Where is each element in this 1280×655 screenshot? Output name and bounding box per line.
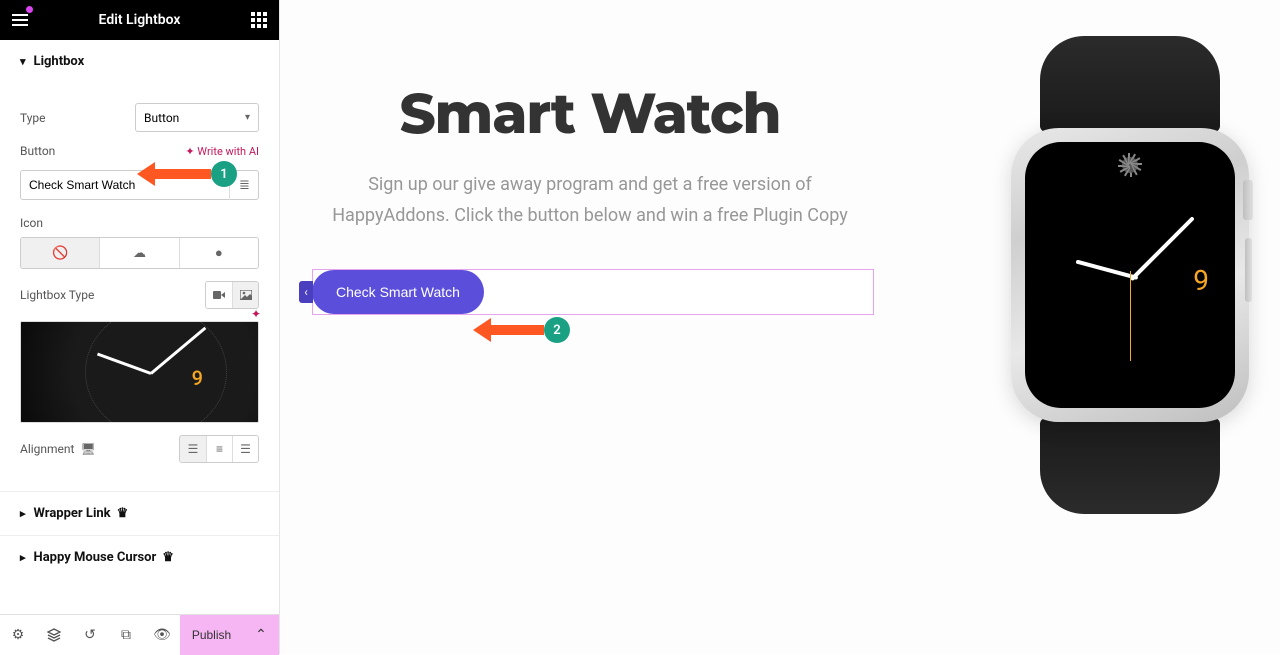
lightbox-type-video-button[interactable]: [206, 282, 232, 308]
sidebar-body: Lightbox Type Button Button Write with A…: [0, 40, 279, 614]
select-type-value: Button: [144, 111, 179, 125]
page-canvas: Smart Watch Sign up our give away progra…: [280, 0, 1280, 654]
sidebar-header: Edit Lightbox: [0, 0, 279, 40]
widget-selection[interactable]: ‹ Check Smart Watch: [312, 269, 874, 315]
lightbox-type-toggle: [205, 281, 259, 309]
section-lightbox-content: Type Button Button Write with AI ≣ Icon …: [0, 83, 279, 492]
section-lightbox-toggle[interactable]: Lightbox: [0, 40, 279, 83]
crown-icon: ♛: [162, 550, 174, 565]
edit-handle-icon[interactable]: ‹: [299, 281, 313, 303]
icon-toggle-group: 🚫 ☁ ●: [20, 237, 259, 269]
label-button: Button: [20, 144, 55, 158]
section-title: Lightbox: [34, 54, 85, 69]
preview-icon[interactable]: 👁: [144, 615, 180, 655]
icon-none-button[interactable]: 🚫: [21, 238, 99, 268]
responsive-mode-icon[interactable]: ⧉: [108, 615, 144, 655]
apps-grid-icon[interactable]: [251, 12, 267, 28]
navigator-icon[interactable]: [36, 615, 72, 655]
hero-subtitle: Sign up our give away program and get a …: [325, 170, 855, 231]
responsive-icon[interactable]: 🖥: [80, 442, 95, 456]
row-alignment: Alignment 🖥 ☰ ≡ ☰: [20, 435, 259, 463]
lightbox-type-image-button[interactable]: [232, 282, 258, 308]
section-wrapper-toggle[interactable]: Wrapper Link ♛: [0, 492, 279, 535]
annotation-badge-1: 1: [211, 161, 237, 187]
crown-icon: ♛: [117, 506, 129, 521]
settings-icon[interactable]: ⚙: [0, 615, 36, 655]
label-type: Type: [20, 111, 46, 125]
notification-dot: [26, 6, 33, 13]
sidebar-footer: ⚙ ↺ ⧉ 👁 Publish ⌃: [0, 614, 279, 654]
row-type: Type Button: [20, 103, 259, 132]
write-ai-link[interactable]: Write with AI: [185, 145, 259, 158]
product-image: 9: [990, 36, 1270, 514]
select-type[interactable]: Button: [135, 103, 259, 132]
watch-screen-number: 9: [1193, 264, 1209, 297]
align-center-button[interactable]: ≡: [206, 436, 232, 462]
section-cursor-title: Happy Mouse Cursor: [34, 550, 157, 565]
section-cursor-toggle[interactable]: Happy Mouse Cursor ♛: [0, 535, 279, 579]
preview-watch-number: 9: [192, 366, 203, 390]
sidebar-title: Edit Lightbox: [28, 12, 251, 28]
lightbox-cta-button[interactable]: Check Smart Watch: [312, 270, 484, 314]
content-column: Smart Watch Sign up our give away progra…: [300, 80, 880, 315]
alignment-toggle: ☰ ≡ ☰: [179, 435, 259, 463]
publish-options-icon[interactable]: ⌃: [243, 615, 279, 655]
icon-upload-button[interactable]: ☁: [99, 238, 178, 268]
image-icon: [240, 290, 252, 300]
icon-library-button[interactable]: ●: [179, 238, 258, 268]
row-lightbox-type: Lightbox Type: [20, 281, 259, 309]
annotation-arrow-1: 1: [153, 169, 211, 179]
ai-sparkle-icon[interactable]: ✦: [251, 307, 261, 321]
row-button: Button Write with AI: [20, 144, 259, 158]
annotation-badge-2: 2: [544, 317, 570, 343]
media-preview[interactable]: ✦ 9: [20, 321, 259, 423]
label-lightbox-type: Lightbox Type: [20, 288, 94, 302]
label-alignment: Alignment: [20, 442, 74, 456]
section-wrapper-title: Wrapper Link: [34, 506, 111, 521]
history-icon[interactable]: ↺: [72, 615, 108, 655]
publish-button[interactable]: Publish: [180, 615, 243, 655]
video-icon: [213, 290, 225, 300]
preview-image: 9: [20, 321, 259, 423]
hero-title: Smart Watch: [300, 80, 880, 148]
annotation-arrow-2: 2: [489, 325, 544, 335]
label-icon: Icon: [20, 216, 43, 230]
align-right-button[interactable]: ☰: [232, 436, 258, 462]
align-left-button[interactable]: ☰: [180, 436, 206, 462]
editor-sidebar: Edit Lightbox Lightbox Type Button Butto…: [0, 0, 280, 654]
menu-icon[interactable]: [12, 14, 28, 26]
